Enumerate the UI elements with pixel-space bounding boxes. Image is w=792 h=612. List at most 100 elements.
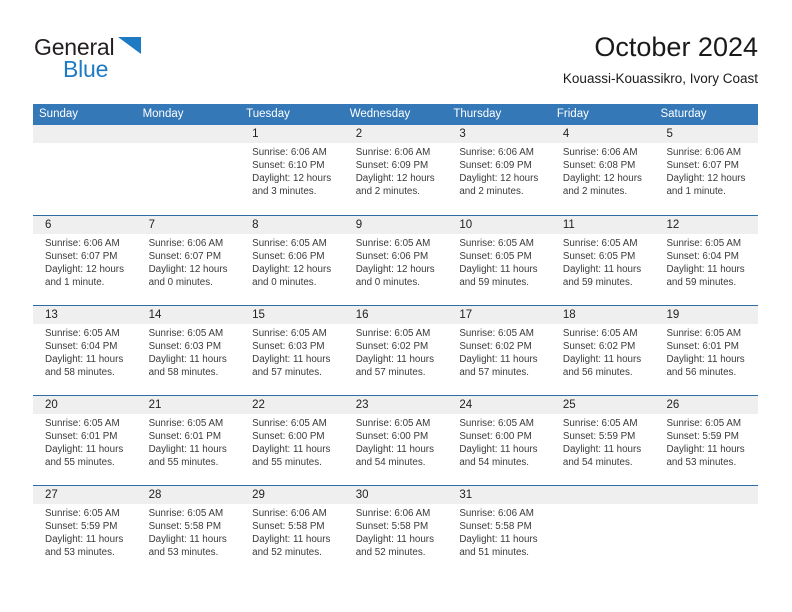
day-info-line: Sunrise: 6:06 AM <box>355 508 431 519</box>
day-info-line: Sunrise: 6:05 AM <box>148 508 224 519</box>
calendar-day-cell[interactable]: 22 Sunrise: 6:05 AM Sunset: 6:00 PM Dayligh… <box>240 396 344 485</box>
calendar-day-cell[interactable]: 21 Sunrise: 6:05 AM Sunset: 6:01 PM Dayligh… <box>136 396 241 485</box>
day-info-line: Sunset: 5:59 PM <box>666 431 739 442</box>
weekday-header-monday: Monday <box>142 108 184 120</box>
day-info-line: Sunset: 6:02 PM <box>355 341 429 352</box>
day-info-line: Daylight: 12 hours <box>459 173 539 184</box>
day-info-line: Sunset: 6:07 PM <box>45 251 118 262</box>
day-number: 25 <box>562 399 576 411</box>
calendar-day-cell[interactable]: 20 Sunrise: 6:05 AM Sunset: 6:01 PM Dayligh… <box>33 396 137 485</box>
day-info-line: and 1 minute. <box>45 277 105 288</box>
calendar-day-cell[interactable]: 6 Sunrise: 6:06 AM Sunset: 6:07 PM Daylight… <box>33 216 137 305</box>
day-sun-info: Sunrise: 6:05 AM Sunset: 6:02 PM Daylight:… <box>557 324 649 379</box>
calendar-day-cell[interactable]: 7 Sunrise: 6:06 AM Sunset: 6:07 PM Daylight… <box>136 216 241 305</box>
day-info-line: and 55 minutes. <box>45 457 115 468</box>
calendar-day-cell[interactable]: 17 Sunrise: 6:05 AM Sunset: 6:02 PM Dayligh… <box>447 306 551 395</box>
calendar-day-cell[interactable]: 19 Sunrise: 6:05 AM Sunset: 6:01 PM Dayligh… <box>654 306 759 395</box>
day-info-line: Daylight: 11 hours <box>459 354 538 365</box>
day-info-line: Sunrise: 6:05 AM <box>459 238 534 249</box>
calendar-day-cell[interactable]: 25 Sunrise: 6:05 AM Sunset: 5:59 PM Dayligh… <box>550 396 655 485</box>
weekday-header-friday: Friday <box>556 108 589 120</box>
day-number: 23 <box>355 399 369 411</box>
day-info-line: Daylight: 11 hours <box>666 264 745 275</box>
calendar-day-cell[interactable]: 5 Sunrise: 6:06 AM Sunset: 6:07 PM Daylight… <box>654 125 759 215</box>
day-sun-info: Sunrise: 6:05 AM Sunset: 5:58 PM Daylight:… <box>143 504 235 559</box>
day-info-line: and 2 minutes. <box>355 186 420 197</box>
day-info-line: and 53 minutes. <box>666 457 737 468</box>
day-info-line: Daylight: 11 hours <box>562 264 642 275</box>
calendar-day-cell[interactable]: 10 Sunrise: 6:05 AM Sunset: 6:05 PM Dayligh… <box>447 216 551 305</box>
day-number: 7 <box>148 219 155 231</box>
day-info-line: and 57 minutes. <box>252 367 322 378</box>
day-info-line: Daylight: 12 hours <box>252 264 332 275</box>
calendar-day-cell[interactable]: 1 Sunrise: 6:06 AM Sunset: 6:10 PM Daylight… <box>240 125 344 215</box>
day-info-line: Daylight: 11 hours <box>148 444 227 455</box>
day-sun-info: Sunrise: 6:05 AM Sunset: 6:01 PM Daylight:… <box>143 414 235 469</box>
day-info-line: and 52 minutes. <box>355 547 426 558</box>
calendar-day-cell[interactable]: 2 Sunrise: 6:06 AM Sunset: 6:09 PM Daylight… <box>343 125 448 215</box>
day-info-line: Sunrise: 6:05 AM <box>562 418 638 429</box>
day-sun-info: Sunrise: 6:05 AM Sunset: 6:06 PM Daylight:… <box>246 234 338 289</box>
calendar-day-cell[interactable]: 14 Sunrise: 6:05 AM Sunset: 6:03 PM Dayligh… <box>136 306 241 395</box>
logo-text-blue: Blue <box>63 56 109 82</box>
day-info-line: Daylight: 11 hours <box>252 444 331 455</box>
generalblue-logo[interactable]: General Blue <box>34 34 184 86</box>
calendar-body: 1 Sunrise: 6:06 AM Sunset: 6:10 PM Daylight… <box>33 125 759 575</box>
day-info-line: and 55 minutes. <box>148 457 219 468</box>
day-info-line: Sunrise: 6:05 AM <box>562 238 638 249</box>
calendar-day-cell[interactable]: 24 Sunrise: 6:05 AM Sunset: 6:00 PM Dayligh… <box>447 396 551 485</box>
day-number: 8 <box>252 219 259 231</box>
day-number: 31 <box>459 489 473 501</box>
calendar-day-cell[interactable]: 28 Sunrise: 6:05 AM Sunset: 5:58 PM Dayligh… <box>136 486 241 575</box>
calendar-day-cell[interactable]: 4 Sunrise: 6:06 AM Sunset: 6:08 PM Daylight… <box>550 125 655 215</box>
month-calendar: Sunday Monday Tuesday Wednesday Thursday Frid… <box>33 104 759 575</box>
day-number: 15 <box>252 309 265 321</box>
calendar-day-cell[interactable]: 15 Sunrise: 6:05 AM Sunset: 6:03 PM Dayligh… <box>240 306 344 395</box>
calendar-day-cell[interactable]: 13 Sunrise: 6:05 AM Sunset: 6:04 PM Dayligh… <box>33 306 137 395</box>
day-info-line: Sunset: 6:09 PM <box>355 160 429 171</box>
day-number: 3 <box>459 128 466 140</box>
day-number: 11 <box>562 219 575 231</box>
day-info-line: Sunrise: 6:05 AM <box>666 328 742 339</box>
day-info-line: Daylight: 11 hours <box>252 354 331 365</box>
calendar-day-cell[interactable]: 8 Sunrise: 6:05 AM Sunset: 6:06 PM Daylight… <box>240 216 344 305</box>
calendar-day-cell[interactable]: 26 Sunrise: 6:05 AM Sunset: 5:59 PM Dayligh… <box>654 396 759 485</box>
calendar-day-cell[interactable]: 9 Sunrise: 6:05 AM Sunset: 6:06 PM Daylight… <box>343 216 448 305</box>
day-sun-info: Sunrise: 6:05 AM Sunset: 5:59 PM Daylight:… <box>39 504 131 559</box>
calendar-day-cell[interactable]: 29 Sunrise: 6:06 AM Sunset: 5:58 PM Dayligh… <box>240 486 344 575</box>
day-number: 26 <box>666 399 680 411</box>
day-info-line: Daylight: 12 hours <box>562 173 642 184</box>
day-info-line: Daylight: 11 hours <box>45 354 124 365</box>
page-header: General Blue October 2024 Kouassi-Kouass… <box>34 30 758 96</box>
day-info-line: Sunrise: 6:05 AM <box>252 418 327 429</box>
calendar-day-cell[interactable]: 31 Sunrise: 6:06 AM Sunset: 5:58 PM Dayligh… <box>447 486 551 575</box>
page-subtitle: Kouassi-Kouassikro, Ivory Coast <box>562 71 758 86</box>
day-info-line: and 59 minutes. <box>562 277 633 288</box>
triangle-icon <box>118 37 141 54</box>
weekday-header-row: Sunday Monday Tuesday Wednesday Thursday Frid… <box>33 104 758 125</box>
calendar-day-cell[interactable]: 27 Sunrise: 6:05 AM Sunset: 5:59 PM Dayligh… <box>33 486 137 575</box>
day-sun-info: Sunrise: 6:05 AM Sunset: 6:03 PM Daylight:… <box>143 324 235 379</box>
day-number: 18 <box>562 309 576 321</box>
calendar-day-cell-empty <box>136 125 241 215</box>
calendar-day-cell[interactable]: 18 Sunrise: 6:05 AM Sunset: 6:02 PM Dayligh… <box>550 306 655 395</box>
day-info-line: Sunrise: 6:05 AM <box>148 328 224 339</box>
calendar-day-cell[interactable]: 16 Sunrise: 6:05 AM Sunset: 6:02 PM Dayligh… <box>343 306 448 395</box>
day-number: 19 <box>666 309 680 321</box>
day-info-line: and 0 minutes. <box>252 277 317 288</box>
day-info-line: Sunrise: 6:06 AM <box>355 147 431 158</box>
day-info-line: Daylight: 11 hours <box>45 444 124 455</box>
day-number: 13 <box>45 309 58 321</box>
day-number: 28 <box>148 489 162 501</box>
day-info-line: and 58 minutes. <box>148 367 219 378</box>
calendar-day-cell[interactable]: 3 Sunrise: 6:06 AM Sunset: 6:09 PM Daylight… <box>447 125 551 215</box>
calendar-day-cell[interactable]: 12 Sunrise: 6:05 AM Sunset: 6:04 PM Dayligh… <box>654 216 759 305</box>
calendar-day-cell[interactable]: 30 Sunrise: 6:06 AM Sunset: 5:58 PM Dayligh… <box>343 486 448 575</box>
weekday-header-wednesday: Wednesday <box>349 108 411 120</box>
day-sun-info: Sunrise: 6:05 AM Sunset: 6:05 PM Daylight:… <box>453 234 545 289</box>
day-info-line: Daylight: 11 hours <box>355 444 434 455</box>
day-info-line: Daylight: 12 hours <box>148 264 228 275</box>
calendar-day-cell[interactable]: 11 Sunrise: 6:05 AM Sunset: 6:05 PM Dayligh… <box>550 216 655 305</box>
calendar-day-cell[interactable]: 23 Sunrise: 6:05 AM Sunset: 6:00 PM Dayligh… <box>343 396 448 485</box>
title-block: October 2024 Kouassi-Kouassikro, Ivory C… <box>563 30 758 88</box>
